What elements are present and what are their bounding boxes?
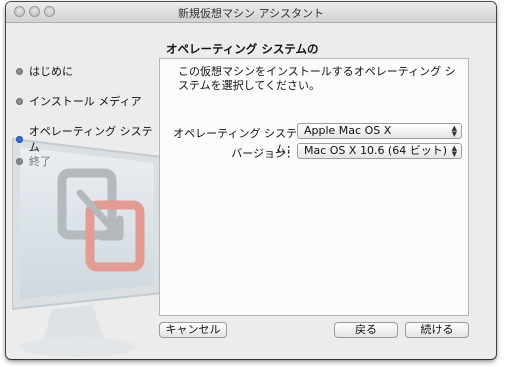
step-indicator-icon [16, 67, 23, 75]
step-operating-system: オペレーティング システム [16, 123, 156, 155]
version-popup-value: Mac OS X 10.6 (64 ビット) [304, 144, 448, 157]
popup-arrows-icon: ▲ ▼ [451, 124, 457, 138]
step-label: 終了 [29, 155, 51, 168]
sidebar: はじめに インストール メディア オペレーティング システム 終了 [6, 23, 163, 359]
version-label: バージョン： [231, 147, 297, 160]
os-popup[interactable]: Apple Mac OS X ▲ ▼ [297, 123, 462, 139]
window-title: 新規仮想マシン アシスタント [177, 7, 325, 20]
description-text: この仮想マシンをインストールするオペレーティング システムを選択してください。 [178, 65, 456, 92]
content-panel: この仮想マシンをインストールするオペレーティング システムを選択してください。 … [159, 58, 469, 316]
back-button[interactable]: 戻る [334, 322, 398, 338]
cancel-button[interactable]: キャンセル [159, 322, 227, 338]
version-popup[interactable]: Mac OS X 10.6 (64 ビット) ▲ ▼ [297, 143, 462, 159]
step-indicator-icon [16, 157, 23, 165]
step-indicator-icon [16, 135, 23, 143]
step-label: はじめに [29, 65, 73, 78]
continue-button[interactable]: 続ける [405, 322, 469, 338]
title-bar: 新規仮想マシン アシスタント [6, 2, 496, 23]
step-introduction: はじめに [16, 63, 73, 79]
popup-arrows-icon: ▲ ▼ [451, 144, 457, 158]
step-finish: 終了 [16, 153, 51, 169]
step-label: インストール メディア [29, 95, 142, 108]
os-popup-value: Apple Mac OS X [304, 124, 392, 137]
step-label: オペレーティング システム [28, 125, 153, 154]
step-install-media: インストール メディア [16, 93, 142, 109]
assistant-window: 新規仮想マシン アシスタント はじめに インストール メディア オペレーティング… [6, 2, 496, 359]
step-indicator-icon [16, 97, 23, 105]
